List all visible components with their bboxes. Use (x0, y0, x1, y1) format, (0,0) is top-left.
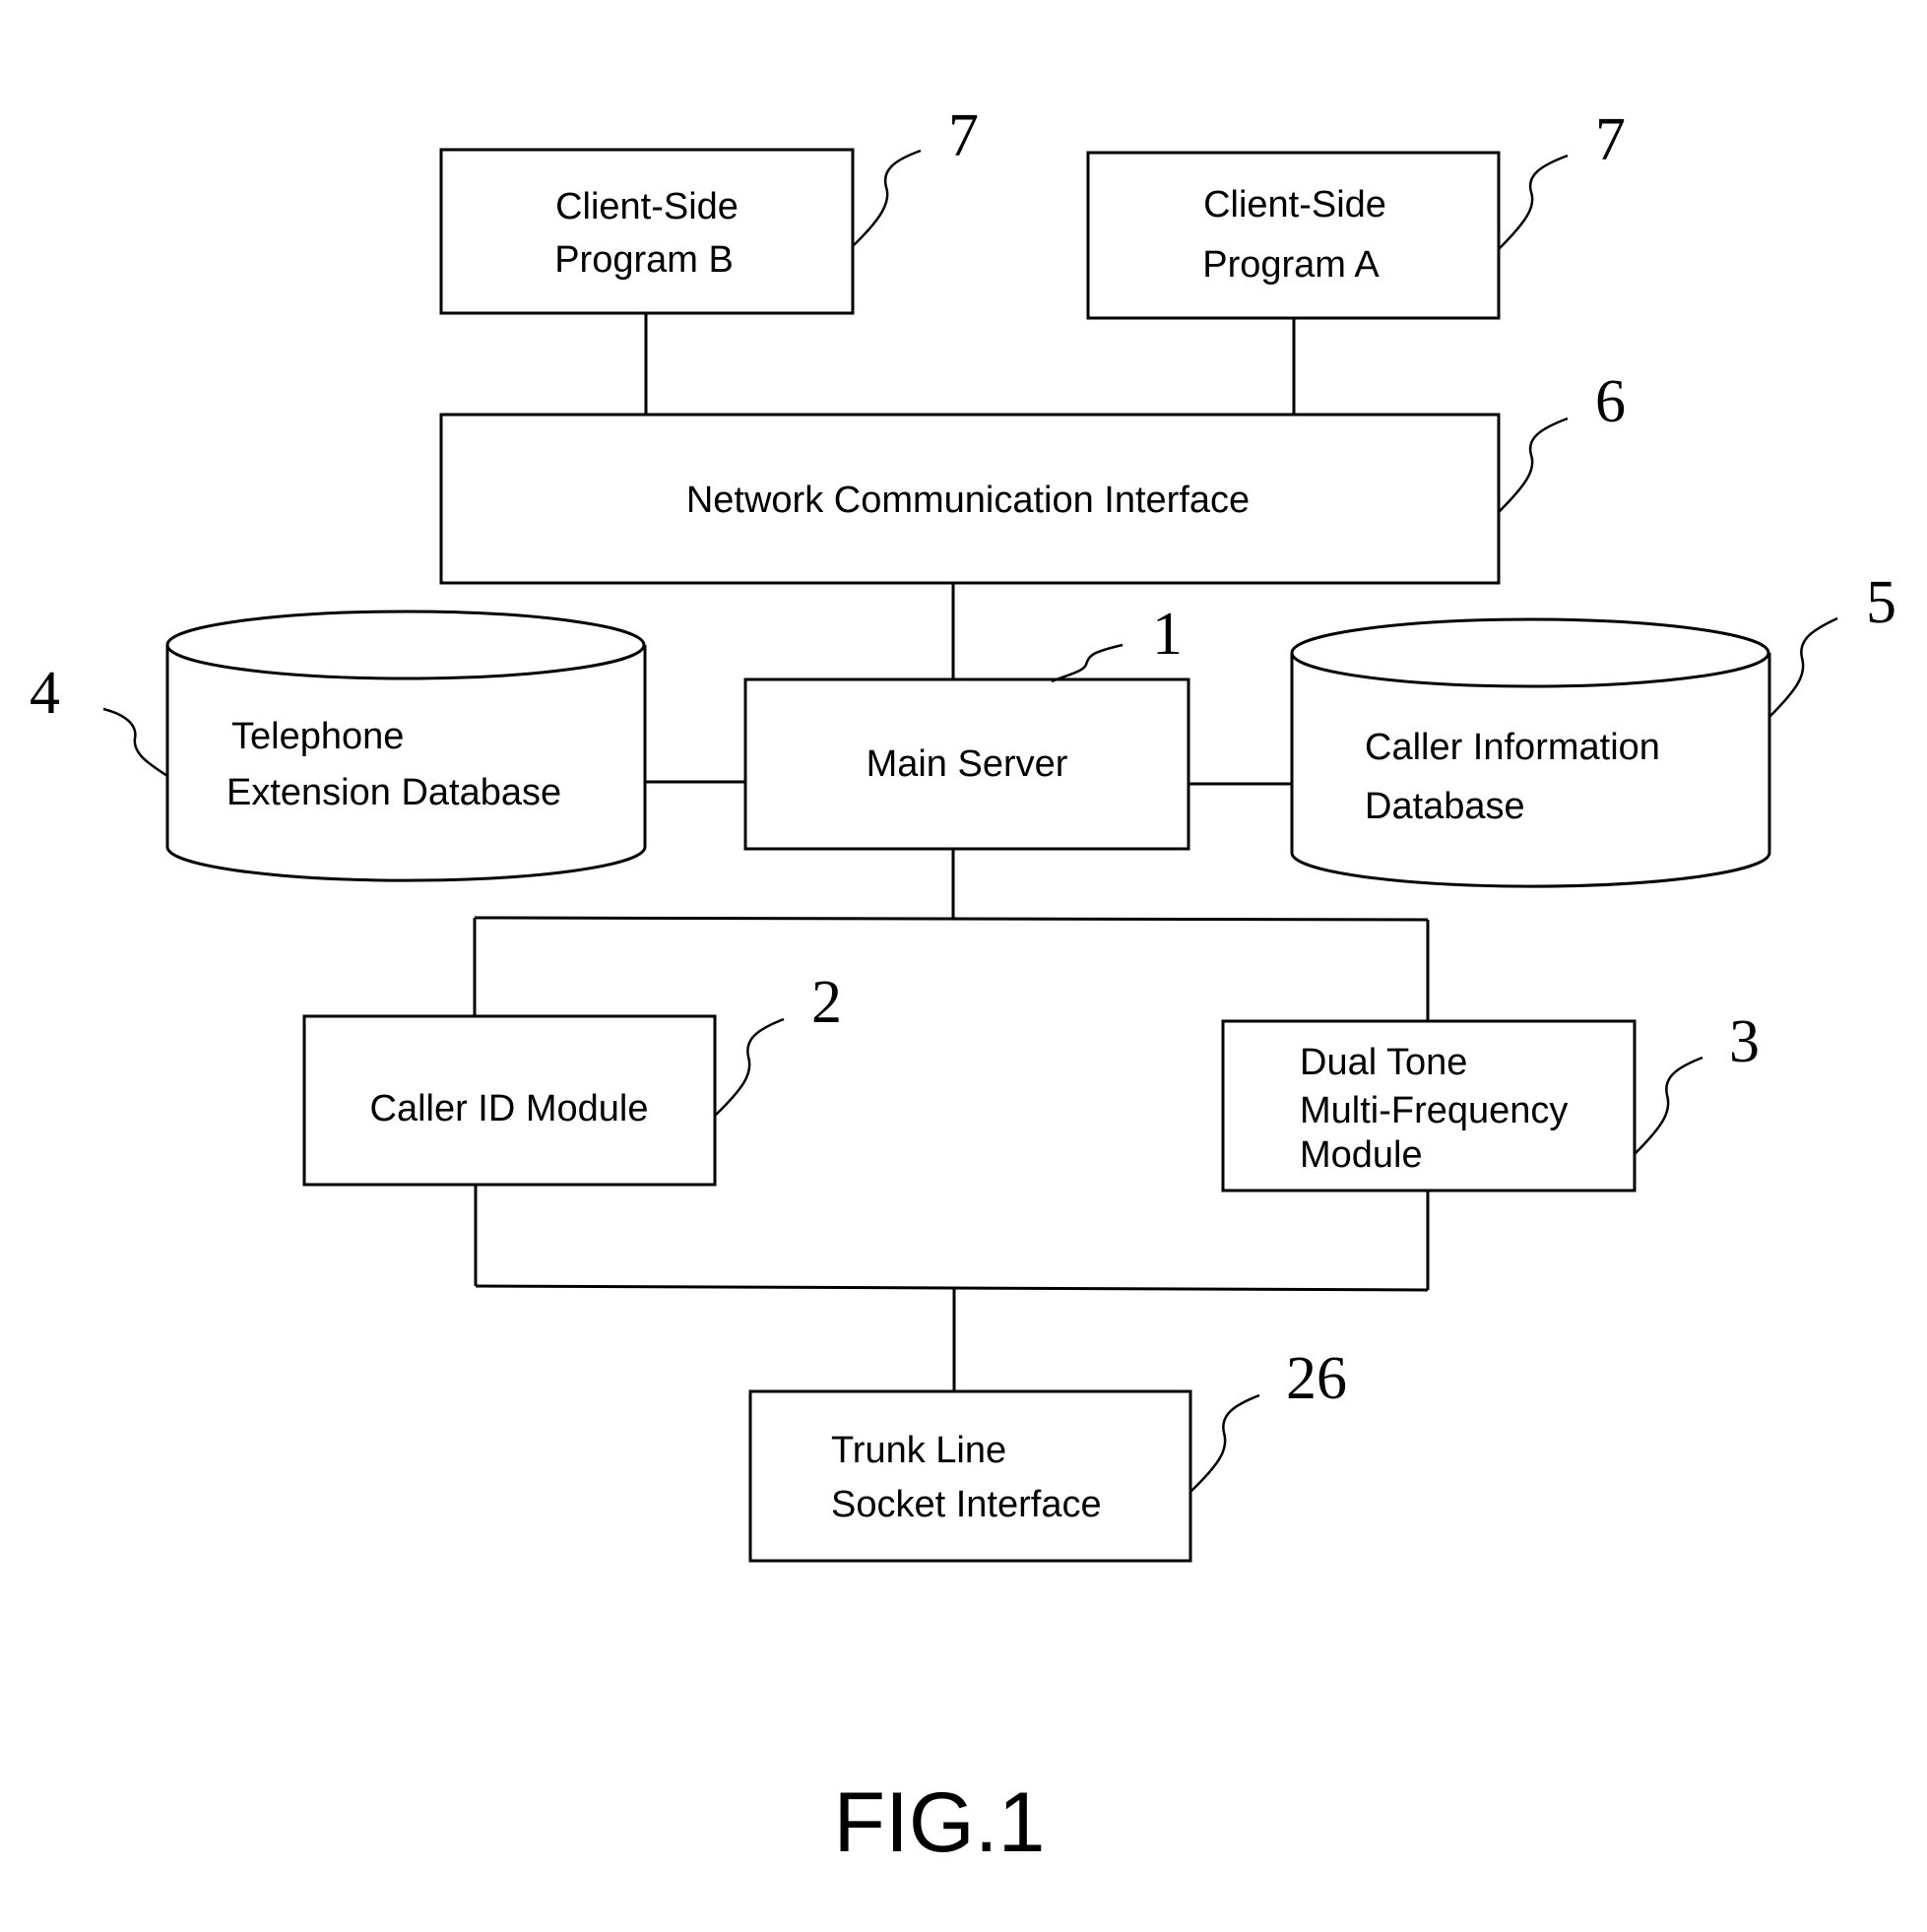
wire-upper-bus (474, 916, 1429, 922)
trunk-interface-box (748, 1389, 1192, 1563)
dtmf-module-line-3: Module (1300, 1134, 1423, 1176)
client-program-a-box (1086, 151, 1501, 320)
client-program-b-block: Client-Side Program B (439, 148, 855, 315)
telephone-db-cylinder-body (165, 645, 647, 882)
leader-client-a (1498, 154, 1569, 250)
caller-id-module-block: Caller ID Module (302, 1014, 717, 1187)
ref-numeral-caller-id-module: 2 (811, 969, 842, 1036)
main-server-block: Main Server (743, 677, 1190, 851)
leader-caller-id-module (714, 1017, 785, 1117)
client-program-a-block: Client-Side Program A (1086, 151, 1501, 320)
leader-trunk-interface (1189, 1393, 1260, 1493)
ref-numeral-client-b: 7 (948, 102, 979, 169)
ref-numeral-dtmf-module: 3 (1729, 1008, 1760, 1075)
caller-info-db-line-2: Database (1365, 786, 1525, 827)
trunk-interface-line-2: Socket Interface (831, 1484, 1102, 1525)
leader-dtmf-module (1634, 1056, 1703, 1155)
trunk-interface-block: Trunk Line Socket Interface (748, 1389, 1192, 1563)
leader-main-server (1051, 643, 1124, 683)
leader-network-interface (1498, 417, 1569, 513)
caller-info-db-cylinder-top (1290, 617, 1770, 688)
caller-info-db-cylinder-body (1290, 653, 1771, 888)
telephone-db-block: Telephone Extension Database (165, 610, 647, 882)
figure-caption: FIG.1 (833, 1775, 1045, 1870)
system-block-diagram: Client-Side Program B Client-Side Progra… (30, 102, 1896, 1870)
client-program-a-line-2: Program A (1202, 244, 1380, 286)
telephone-db-line-1: Telephone (231, 716, 404, 757)
ref-numeral-network-interface: 6 (1595, 368, 1626, 435)
leader-caller-info-db (1768, 616, 1838, 718)
ref-numeral-main-server: 1 (1152, 601, 1183, 668)
telephone-db-cylinder-top (165, 610, 646, 680)
wire-lower-bus (475, 1284, 1429, 1292)
client-program-b-box (439, 148, 855, 315)
network-interface-label: Network Communication Interface (686, 480, 1250, 521)
ref-numeral-trunk-interface: 26 (1286, 1345, 1347, 1412)
leader-telephone-db (102, 707, 168, 778)
dtmf-module-block: Dual Tone Multi-Frequency Module (1221, 1019, 1637, 1192)
ref-numeral-telephone-db: 4 (30, 660, 60, 727)
caller-info-db-block: Caller Information Database (1290, 617, 1771, 888)
trunk-interface-line-1: Trunk Line (831, 1430, 1006, 1471)
main-server-label: Main Server (867, 743, 1068, 785)
dtmf-module-line-1: Dual Tone (1300, 1042, 1467, 1083)
client-program-a-line-1: Client-Side (1203, 184, 1386, 225)
client-program-b-line-1: Client-Side (555, 186, 739, 227)
ref-numeral-caller-info-db: 5 (1866, 569, 1896, 636)
dtmf-module-line-2: Multi-Frequency (1300, 1090, 1568, 1131)
caller-id-module-label: Caller ID Module (370, 1088, 649, 1129)
caller-info-db-line-1: Caller Information (1365, 727, 1660, 768)
telephone-db-line-2: Extension Database (226, 772, 561, 813)
leader-client-b (852, 149, 922, 247)
ref-numeral-client-a: 7 (1595, 106, 1626, 173)
network-interface-block: Network Communication Interface (439, 413, 1501, 585)
client-program-b-line-2: Program B (554, 239, 734, 281)
